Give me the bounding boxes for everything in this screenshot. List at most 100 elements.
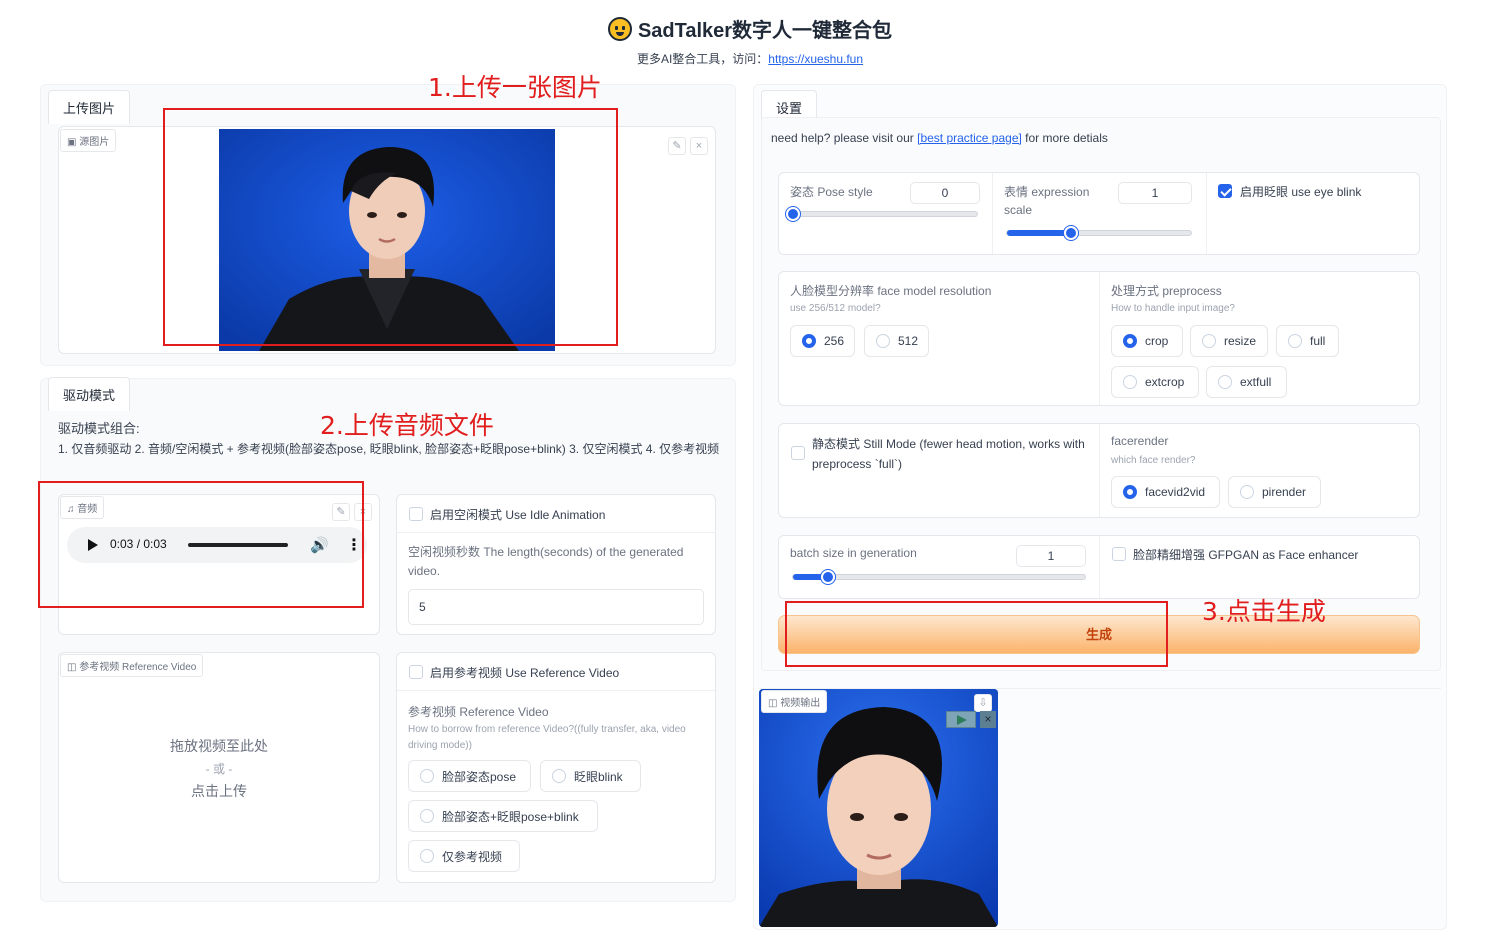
radio-selected-icon bbox=[802, 334, 816, 348]
drive-mode-desc: 1. 仅音频驱动 2. 音频/空闲模式 + 参考视频(脸部姿态pose, 眨眼b… bbox=[58, 442, 720, 456]
annotation-step3: 3.点击生成 bbox=[1202, 597, 1326, 626]
ref-option-label: 脸部姿态pose bbox=[442, 769, 517, 784]
annotation-box-2 bbox=[38, 481, 364, 608]
batch-size-input[interactable]: 1 bbox=[1016, 545, 1086, 567]
idle-length-label: 空闲视频秒数 The length(seconds) of the genera… bbox=[408, 545, 684, 578]
batch-size-slider[interactable] bbox=[792, 570, 1086, 584]
source-label-text: 源图片 bbox=[79, 137, 110, 148]
ref-desc: How to borrow from reference Video?((ful… bbox=[408, 724, 686, 751]
expression-scale-input[interactable]: 1 bbox=[1118, 182, 1192, 204]
batch-size-label: batch size in generation bbox=[790, 546, 917, 560]
radio-icon bbox=[1240, 485, 1254, 499]
tab-drive-mode[interactable]: 驱动模式 bbox=[48, 377, 131, 411]
option-label: extfull bbox=[1240, 375, 1272, 389]
radio-icon bbox=[420, 809, 434, 823]
radio-icon bbox=[1202, 334, 1216, 348]
expression-scale-label: 表情 expression scale bbox=[1004, 185, 1090, 217]
edit-icon[interactable]: ✎ bbox=[668, 137, 686, 155]
facerender-hint: which face render? bbox=[1111, 455, 1196, 466]
tab-upload-image[interactable]: 上传图片 bbox=[48, 90, 131, 124]
divider bbox=[1099, 272, 1100, 405]
drop-video-text: 拖放视频至此处 bbox=[170, 738, 268, 754]
ref-title: 参考视频 Reference Video bbox=[408, 705, 549, 719]
annotation-box-1 bbox=[163, 108, 618, 346]
annotation-step2: 2.上传音频文件 bbox=[320, 411, 494, 440]
eye-blink-checkbox[interactable] bbox=[1218, 184, 1232, 198]
radio-icon bbox=[876, 334, 890, 348]
gfpgan-label: 脸部精细增强 GFPGAN as Face enhancer bbox=[1133, 548, 1359, 562]
divider bbox=[397, 532, 715, 533]
option-label: 256 bbox=[824, 334, 845, 348]
slider-thumb[interactable] bbox=[786, 207, 800, 221]
help-suffix: for more detials bbox=[1021, 131, 1108, 145]
facerender-pirender[interactable]: pirender bbox=[1228, 476, 1321, 508]
radio-icon bbox=[420, 849, 434, 863]
image-icon: ▣ bbox=[67, 137, 77, 148]
subtitle: 更多AI整合工具，访问：https://xueshu.fun bbox=[0, 50, 1500, 67]
resolution-256[interactable]: 256 bbox=[790, 325, 855, 357]
use-reference-checkbox[interactable] bbox=[409, 665, 423, 679]
or-text: - 或 - bbox=[205, 762, 233, 776]
idle-checkbox[interactable] bbox=[409, 507, 423, 521]
divider bbox=[1099, 424, 1100, 517]
facerender-label: facerender bbox=[1111, 434, 1169, 448]
title-text: SadTalker数字人一键整合包 bbox=[637, 20, 893, 42]
option-label: resize bbox=[1224, 334, 1257, 348]
use-reference-label: 启用参考视频 Use Reference Video bbox=[430, 666, 620, 680]
reference-video-label: ◫ 参考视频 Reference Video bbox=[60, 654, 204, 677]
option-label: full bbox=[1310, 334, 1326, 348]
eye-blink-label: 启用眨眼 use eye blink bbox=[1240, 185, 1362, 199]
preprocess-extcrop[interactable]: extcrop bbox=[1111, 366, 1199, 398]
best-practice-link[interactable]: [best practice page] bbox=[917, 131, 1022, 145]
radio-icon bbox=[552, 769, 566, 783]
resolution-label: 人脸模型分辨率 face model resolution bbox=[790, 284, 992, 298]
option-label: facevid2vid bbox=[1145, 485, 1206, 499]
page-title: SadTalker数字人一键整合包 bbox=[0, 14, 1500, 43]
pose-style-input[interactable]: 0 bbox=[910, 182, 980, 204]
subtitle-text: 更多AI整合工具，访问： bbox=[636, 52, 769, 66]
ref-option-pose-blink[interactable]: 脸部姿态+眨眼pose+blink bbox=[408, 800, 598, 832]
option-label: pirender bbox=[1262, 485, 1307, 499]
preprocess-crop[interactable]: crop bbox=[1111, 325, 1183, 357]
preprocess-full[interactable]: full bbox=[1276, 325, 1339, 357]
preprocess-extfull[interactable]: extfull bbox=[1206, 366, 1287, 398]
download-icon[interactable]: ⇩ bbox=[974, 694, 992, 712]
resolution-512[interactable]: 512 bbox=[864, 325, 929, 357]
click-upload-text[interactable]: 点击上传 bbox=[58, 781, 380, 801]
help-text: need help? please visit our [best practi… bbox=[771, 131, 1108, 145]
option-label: 512 bbox=[898, 334, 919, 348]
expression-scale-slider[interactable] bbox=[1006, 226, 1192, 240]
slider-thumb[interactable] bbox=[1064, 226, 1078, 240]
pose-style-slider[interactable] bbox=[786, 207, 978, 221]
ref-option-only-ref[interactable]: 仅参考视频 bbox=[408, 840, 520, 872]
option-label: crop bbox=[1145, 334, 1169, 348]
radio-icon bbox=[1218, 375, 1232, 389]
option-label: extcrop bbox=[1145, 375, 1185, 389]
radio-icon bbox=[1123, 375, 1137, 389]
idle-length-input[interactable]: 5 bbox=[408, 589, 704, 625]
still-mode-label: 静态模式 Still Mode (fewer head motion, work… bbox=[812, 437, 1085, 471]
ref-option-label: 眨眼blink bbox=[574, 769, 623, 784]
play-overlay-icon[interactable] bbox=[946, 711, 976, 728]
ref-option-label: 仅参考视频 bbox=[442, 849, 503, 864]
divider bbox=[397, 690, 715, 691]
preprocess-resize[interactable]: resize bbox=[1190, 325, 1268, 357]
xueshu-link[interactable]: https://xueshu.fun bbox=[768, 52, 863, 66]
output-label-text: 视频输出 bbox=[780, 698, 821, 709]
preprocess-hint: How to handle input image? bbox=[1111, 303, 1235, 314]
ref-option-label: 脸部姿态+眨眼pose+blink bbox=[442, 809, 579, 824]
facerender-facevid2vid[interactable]: facevid2vid bbox=[1111, 476, 1220, 508]
resolution-hint: use 256/512 model? bbox=[790, 303, 881, 314]
close-icon[interactable]: × bbox=[690, 137, 708, 155]
ref-option-blink[interactable]: 眨眼blink bbox=[540, 760, 641, 792]
radio-selected-icon bbox=[1123, 485, 1137, 499]
slider-thumb[interactable] bbox=[821, 570, 835, 584]
ref-option-pose[interactable]: 脸部姿态pose bbox=[408, 760, 531, 792]
gfpgan-checkbox[interactable] bbox=[1112, 547, 1126, 561]
divider bbox=[1099, 536, 1100, 598]
still-mode-checkbox[interactable] bbox=[791, 446, 805, 460]
help-prefix: need help? please visit our bbox=[771, 131, 918, 145]
radio-icon bbox=[1288, 334, 1302, 348]
radio-icon bbox=[420, 769, 434, 783]
close-overlay-icon[interactable]: × bbox=[980, 711, 996, 728]
